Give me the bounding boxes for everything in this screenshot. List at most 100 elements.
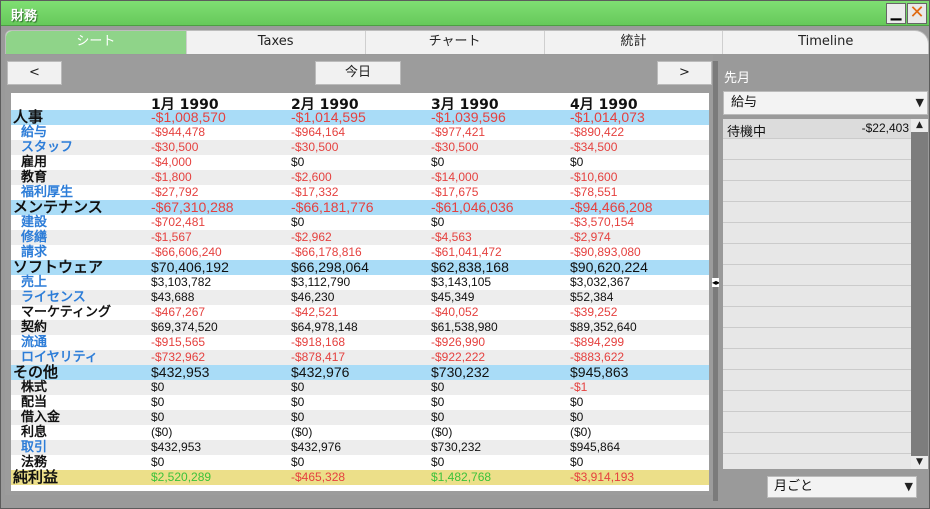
- cell-value: -$39,252: [570, 305, 618, 319]
- cell-value: $432,976: [291, 364, 350, 380]
- tab-stats[interactable]: 統計: [545, 31, 724, 54]
- list-item-empty: [723, 224, 911, 244]
- row-label[interactable]: スタッフ: [21, 140, 73, 155]
- row-label: 人事: [13, 108, 44, 126]
- cell-value: $90,620,224: [570, 259, 648, 275]
- list-item-empty: [723, 140, 911, 160]
- cell-value: $3,112,790: [291, 275, 351, 289]
- cell-value: -$1,039,596: [431, 109, 506, 125]
- category-select[interactable]: 給与 ▼: [723, 91, 928, 115]
- cell-value: $0: [570, 455, 584, 469]
- table-row[interactable]: 株式 $0 $0 $0 -$1: [11, 380, 709, 395]
- list-item-empty: [723, 203, 911, 223]
- tab-timeline[interactable]: Timeline: [723, 31, 928, 54]
- tab-chart[interactable]: チャート: [366, 31, 545, 54]
- table-row[interactable]: 雇用 -$4,000 $0 $0 $0: [11, 155, 709, 170]
- row-label[interactable]: 給与: [21, 125, 47, 140]
- cell-value: $3,103,782: [151, 275, 212, 289]
- row-label[interactable]: 売上: [21, 275, 47, 290]
- list-item[interactable]: 待機中 -$22,403: [723, 119, 911, 140]
- row-label[interactable]: 修繕: [21, 230, 47, 245]
- side-list: 待機中 -$22,403: [723, 119, 911, 469]
- minimize-button[interactable]: ▁: [886, 3, 906, 24]
- cell-value: $432,953: [151, 440, 202, 454]
- row-label: 配当: [21, 395, 48, 410]
- cell-value: -$67,310,288: [151, 199, 234, 215]
- cell-value: -$944,478: [151, 125, 206, 139]
- table-row[interactable]: 修繕 -$1,567 -$2,962 -$4,563 -$2,974: [11, 230, 709, 245]
- cell-value: $66,298,064: [291, 259, 369, 275]
- cell-value: $69,374,520: [151, 320, 218, 334]
- list-item-empty: [723, 182, 911, 202]
- table-row[interactable]: スタッフ -$30,500 -$30,500 -$30,500 -$34,500: [11, 140, 709, 155]
- list-item-empty: [723, 287, 911, 307]
- cell-value: -$926,990: [431, 335, 486, 349]
- table-row[interactable]: 建設 -$702,481 $0 $0 -$3,570,154: [11, 215, 709, 230]
- row-label: 株式: [21, 380, 48, 395]
- period-select[interactable]: 月ごと ▼: [767, 476, 917, 498]
- cell-value: -$10,600: [570, 170, 618, 184]
- cell-value: ($0): [570, 425, 592, 439]
- cell-value: -$883,622: [570, 350, 625, 364]
- table-row[interactable]: 利息 ($0) ($0) ($0) ($0): [11, 425, 709, 440]
- row-label: 純利益: [13, 468, 59, 486]
- table-header-row: 1月 1990 2月 1990 3月 1990 4月 1990: [11, 93, 709, 113]
- category-row[interactable]: 人事 -$1,008,570 -$1,014,595 -$1,039,596 -$1,0…: [11, 110, 709, 125]
- row-label[interactable]: ライセンス: [21, 290, 86, 305]
- cell-value: $0: [291, 410, 305, 424]
- cell-value: -$1: [570, 380, 588, 394]
- tab-taxes[interactable]: Taxes: [187, 31, 366, 54]
- cell-value: -$465,328: [291, 470, 346, 484]
- chevron-down-icon: ▼: [915, 96, 924, 109]
- cell-value: $945,864: [570, 440, 621, 454]
- cell-value: -$977,421: [431, 125, 486, 139]
- row-label[interactable]: 建設: [21, 215, 47, 230]
- category-row[interactable]: ソフトウェア $70,406,192 $66,298,064 $62,838,168 $…: [11, 260, 709, 275]
- category-row[interactable]: その他 $432,953 $432,976 $730,232 $945,863: [11, 365, 709, 380]
- table-row[interactable]: 法務 $0 $0 $0 $0: [11, 455, 709, 470]
- scroll-down-icon[interactable]: ▼: [911, 456, 928, 469]
- list-item-empty: [723, 161, 911, 181]
- cell-value: -$14,000: [431, 170, 479, 184]
- list-item-empty: [723, 413, 911, 433]
- cell-value: $432,976: [291, 440, 342, 454]
- prev-period-button[interactable]: <: [7, 61, 62, 85]
- side-list-scrollbar[interactable]: ▲ ▼: [911, 119, 928, 469]
- table-row[interactable]: 売上 $3,103,782 $3,112,790 $3,143,105 $3,032,3…: [11, 275, 709, 290]
- cell-value: -$66,181,776: [291, 199, 374, 215]
- category-select-value: 給与: [731, 95, 758, 110]
- title-bar[interactable]: 財務 ▁ ✕: [1, 1, 929, 26]
- table-row[interactable]: 福利厚生 -$27,792 -$17,332 -$17,675 -$78,551: [11, 185, 709, 200]
- cell-value: $0: [431, 455, 445, 469]
- row-label: 借入金: [21, 410, 61, 425]
- cell-value: -$17,332: [291, 185, 339, 199]
- table-row[interactable]: ライセンス $43,688 $46,230 $45,349 $52,384: [11, 290, 709, 305]
- cell-value: $0: [570, 410, 584, 424]
- cell-value: $43,688: [151, 290, 195, 304]
- table-row[interactable]: 契約 $69,374,520 $64,978,148 $61,538,980 $89,3…: [11, 320, 709, 335]
- table-row[interactable]: 流通 -$915,565 -$918,168 -$926,990 -$894,299: [11, 335, 709, 350]
- close-button[interactable]: ✕: [907, 3, 927, 24]
- table-row[interactable]: 取引 $432,953 $432,976 $730,232 $945,864: [11, 440, 709, 455]
- scroll-up-icon[interactable]: ▲: [911, 119, 928, 132]
- category-row[interactable]: メンテナンス -$67,310,288 -$66,181,776 -$61,046,0…: [11, 200, 709, 215]
- cell-value: $0: [291, 455, 305, 469]
- net-profit-row[interactable]: 純利益 $2,520,289 -$465,328 $1,482,768 -$3,914,…: [11, 470, 709, 485]
- tab-sheet[interactable]: シート: [6, 31, 187, 54]
- table-row[interactable]: 給与 -$944,478 -$964,164 -$977,421 -$890,422: [11, 125, 709, 140]
- table-row[interactable]: マーケティング -$467,267 -$42,521 -$40,052 -$39,252: [11, 305, 709, 320]
- row-label[interactable]: 取引: [21, 440, 47, 455]
- list-item-empty: [723, 434, 911, 454]
- row-label[interactable]: 流通: [21, 335, 47, 350]
- table-row[interactable]: 配当 $0 $0 $0 $0: [11, 395, 709, 410]
- table-row[interactable]: 請求 -$66,606,240 -$66,178,816 -$61,041,472 -$…: [11, 245, 709, 260]
- side-panel-title: 先月: [724, 71, 751, 86]
- cell-value: -$78,551: [570, 185, 618, 199]
- next-period-button[interactable]: >: [657, 61, 712, 85]
- today-button[interactable]: 今日: [315, 61, 401, 85]
- table-row[interactable]: ロイヤリティ -$732,962 -$878,417 -$922,222 -$883,6…: [11, 350, 709, 365]
- table-row[interactable]: 借入金 $0 $0 $0 $0: [11, 410, 709, 425]
- finance-table: 1月 1990 2月 1990 3月 1990 4月 1990 人事 -$1,00…: [11, 93, 709, 491]
- window-title: 財務: [11, 9, 38, 24]
- table-row[interactable]: 教育 -$1,800 -$2,600 -$14,000 -$10,600: [11, 170, 709, 185]
